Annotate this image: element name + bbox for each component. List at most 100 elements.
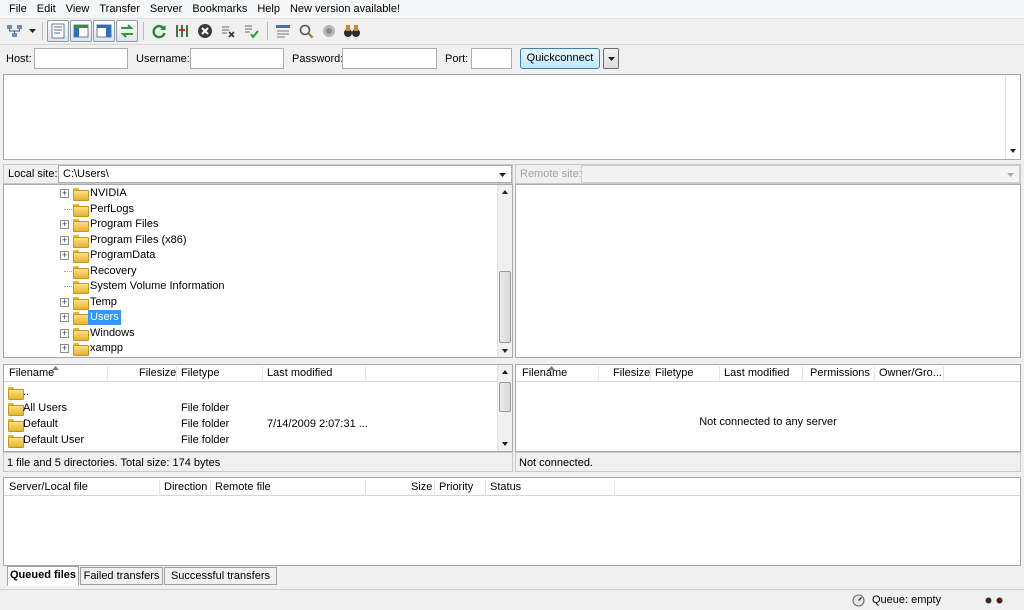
remote-file-list[interactable]: Filename Filesize Filetype Last modified… (515, 364, 1021, 452)
col-status[interactable]: Status (490, 479, 521, 496)
col-priority[interactable]: Priority (439, 479, 473, 496)
file-row[interactable]: All Users File folder (4, 400, 497, 416)
local-directory-tree[interactable]: + NVIDIA PerfLogs + Program Files + Program Fi… (3, 184, 513, 358)
menu-new-version[interactable]: New version available! (285, 0, 405, 19)
tree-item[interactable]: + Windows (60, 326, 460, 341)
file-name: .. (23, 386, 30, 398)
tree-item[interactable]: + Program Files (x86) (60, 233, 460, 248)
expand-icon[interactable]: + (60, 344, 69, 353)
search-icon[interactable] (295, 20, 317, 42)
expand-icon[interactable]: + (60, 235, 69, 245)
tree-item[interactable]: Recovery (60, 264, 460, 279)
message-log[interactable] (3, 74, 1021, 160)
folder-icon (73, 234, 89, 248)
col-last-modified[interactable]: Last modified (267, 365, 332, 382)
scrollbar-thumb[interactable] (499, 382, 511, 412)
scrollbar-thumb[interactable] (499, 271, 511, 343)
remote-directory-tree[interactable] (515, 184, 1021, 358)
site-manager-icon[interactable] (4, 20, 26, 42)
chevron-down-icon[interactable] (1007, 173, 1014, 177)
binoculars-icon[interactable] (341, 20, 363, 42)
menu-server[interactable]: Server (145, 0, 187, 19)
port-input[interactable] (471, 48, 512, 69)
folder-icon (73, 250, 89, 263)
reconnect-icon[interactable] (240, 20, 262, 42)
col-filesize[interactable]: Filesize (139, 365, 176, 382)
local-tree-scrollbar[interactable] (497, 185, 512, 357)
tree-item[interactable]: PerfLogs (60, 202, 460, 217)
col-size[interactable]: Size (411, 479, 432, 496)
local-file-list-scrollbar[interactable] (497, 365, 512, 451)
col-filename[interactable]: Filename (522, 365, 567, 382)
file-row[interactable]: .. (4, 384, 497, 400)
expand-icon[interactable]: + (60, 220, 69, 229)
cancel-icon[interactable] (194, 20, 216, 42)
menu-file[interactable]: File (4, 0, 32, 19)
folder-icon (73, 219, 89, 232)
col-remote-file[interactable]: Remote file (215, 479, 271, 496)
password-input[interactable] (342, 48, 437, 69)
compare-icon[interactable] (318, 20, 340, 42)
scroll-down-arrow-icon[interactable] (502, 442, 508, 446)
message-log-scrollbar[interactable] (1005, 75, 1020, 159)
tree-item[interactable]: System Volume Information (60, 279, 460, 294)
transfer-queue[interactable]: Server/Local file Direction Remote file … (3, 477, 1021, 566)
scroll-down-arrow-icon[interactable] (502, 349, 508, 353)
tree-item[interactable]: + NVIDIA (60, 186, 460, 201)
username-input[interactable] (190, 48, 284, 69)
toggle-remote-tree-icon[interactable] (93, 20, 115, 42)
chevron-down-icon (608, 57, 615, 61)
host-input[interactable] (34, 48, 128, 69)
col-filename[interactable]: Filename (9, 365, 54, 382)
col-owner-group[interactable]: Owner/Gro... (879, 365, 942, 382)
tree-item[interactable]: + Users (60, 310, 460, 325)
col-permissions[interactable]: Permissions (810, 365, 870, 382)
scroll-up-arrow-icon[interactable] (502, 370, 508, 374)
menu-help[interactable]: Help (252, 0, 285, 19)
tree-item[interactable]: + ProgramData (60, 248, 460, 263)
expand-icon[interactable]: + (60, 328, 69, 338)
file-modified: 7/14/2009 2:07:31 ... (267, 418, 368, 430)
scroll-up-arrow-icon[interactable] (502, 190, 508, 194)
col-last-modified[interactable]: Last modified (724, 365, 789, 382)
local-site-path-combo[interactable]: C:\Users\ (58, 165, 512, 183)
toggle-queue-icon[interactable] (116, 20, 138, 42)
expand-icon[interactable]: + (60, 251, 69, 260)
tree-item[interactable]: + Temp (60, 295, 460, 310)
file-row[interactable]: Default File folder 7/14/2009 2:07:31 ... (4, 416, 497, 432)
col-direction[interactable]: Direction (164, 479, 207, 496)
expand-icon[interactable]: + (60, 313, 69, 322)
col-filetype[interactable]: Filetype (655, 365, 694, 382)
local-site-path: C:\Users\ (63, 168, 109, 180)
menu-bookmarks[interactable]: Bookmarks (187, 0, 252, 19)
expand-icon[interactable]: + (60, 189, 69, 198)
scroll-down-arrow-icon[interactable] (1010, 149, 1016, 153)
menu-edit[interactable]: Edit (32, 0, 61, 19)
quickconnect-button[interactable]: Quickconnect (520, 48, 600, 69)
quickconnect-history-button[interactable] (603, 48, 619, 69)
disconnect-icon[interactable] (217, 20, 239, 42)
speed-limit-icon[interactable] (852, 594, 865, 607)
tree-item[interactable]: + xampp (60, 341, 460, 356)
expand-icon[interactable]: + (60, 297, 69, 307)
col-filetype[interactable]: Filetype (181, 365, 220, 382)
directory-listing-filter-icon[interactable] (272, 20, 294, 42)
file-row[interactable]: Default User File folder (4, 432, 497, 448)
tree-item[interactable]: + Program Files (60, 217, 460, 232)
col-filesize[interactable]: Filesize (613, 365, 650, 382)
tree-item-label: Program Files (x86) (90, 233, 187, 246)
local-file-list[interactable]: Filename Filesize Filetype Last modified… (3, 364, 513, 452)
menu-view[interactable]: View (61, 0, 95, 19)
dropdown-arrow-icon[interactable] (27, 20, 37, 42)
tab-failed-transfers[interactable]: Failed transfers (80, 567, 163, 585)
remote-site-path-combo[interactable] (581, 165, 1020, 183)
tab-successful-transfers[interactable]: Successful transfers (164, 567, 277, 585)
tab-queued-files[interactable]: Queued files (7, 566, 79, 586)
chevron-down-icon[interactable] (499, 173, 506, 177)
toggle-message-log-icon[interactable] (47, 20, 69, 42)
refresh-icon[interactable] (148, 20, 170, 42)
menu-transfer[interactable]: Transfer (94, 0, 145, 19)
process-queue-icon[interactable] (171, 20, 193, 42)
col-server-local-file[interactable]: Server/Local file (9, 479, 88, 496)
toggle-local-tree-icon[interactable] (70, 20, 92, 42)
